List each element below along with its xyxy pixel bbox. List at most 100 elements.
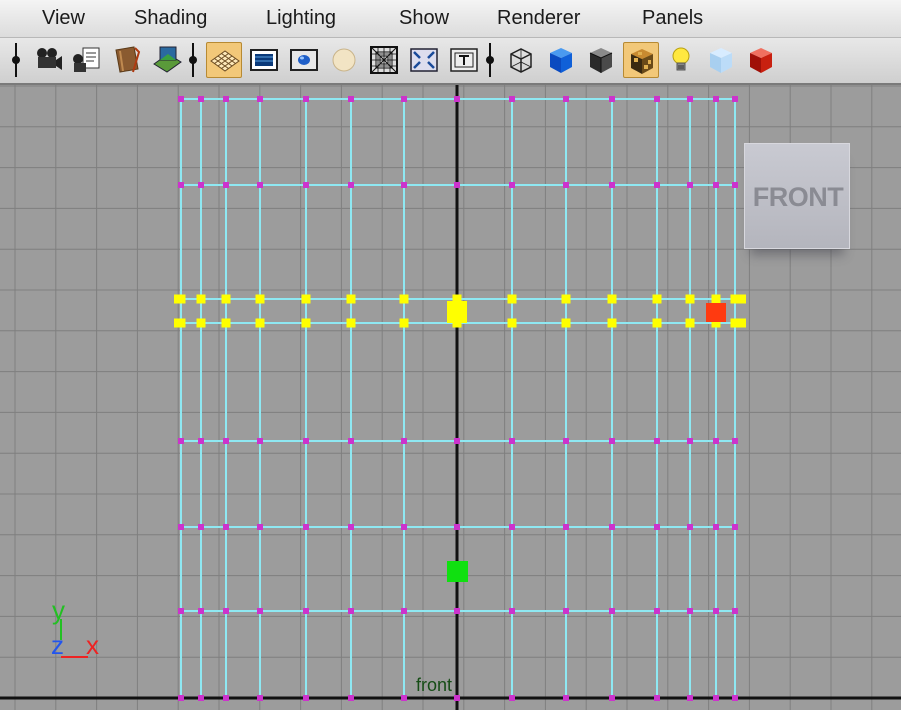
safe-action-button[interactable] <box>406 42 442 78</box>
selected-vertex <box>652 294 662 304</box>
selected-vertex <box>255 318 265 328</box>
mesh-vertex <box>178 96 184 102</box>
menu-view[interactable]: View <box>42 7 85 30</box>
mesh-vertex <box>198 182 204 188</box>
mesh-vertex <box>654 96 660 102</box>
selected-vertex <box>301 294 311 304</box>
mesh-vertex <box>687 608 693 614</box>
mesh-vertex <box>609 608 615 614</box>
mesh-vertex <box>454 96 460 102</box>
selected-vertex <box>711 294 721 304</box>
selected-vertex <box>561 318 571 328</box>
bookmark-button[interactable] <box>109 42 145 78</box>
menu-shading[interactable]: Shading <box>134 7 207 30</box>
selected-vertex <box>221 294 231 304</box>
use-all-lights-button[interactable] <box>663 42 699 78</box>
front-viewport[interactable]: FRONT y z x front <box>0 85 901 710</box>
mesh-vertex <box>348 96 354 102</box>
flat-shade-button[interactable] <box>583 42 619 78</box>
xray-button[interactable] <box>703 42 739 78</box>
xray-icon <box>710 48 732 73</box>
mesh-vertex <box>454 695 460 701</box>
toolbar-separator[interactable] <box>486 43 494 77</box>
mesh-vertex <box>454 438 460 444</box>
image-plane-button[interactable] <box>149 42 185 78</box>
grid-icon <box>210 50 240 72</box>
camera-attributes-button[interactable] <box>69 42 105 78</box>
mesh-vertex <box>178 438 184 444</box>
field-chart-button[interactable] <box>366 42 402 78</box>
mesh-vertex <box>348 608 354 614</box>
axis-x-label: x <box>86 630 99 660</box>
shaded-wireframe-button[interactable] <box>743 42 779 78</box>
toolbar-separator[interactable] <box>12 43 20 77</box>
toolbar-separator[interactable] <box>189 43 197 77</box>
wireframe-button[interactable] <box>503 42 539 78</box>
mesh-vertex <box>563 438 569 444</box>
safe-title-button[interactable] <box>446 42 482 78</box>
mesh-vertex <box>654 608 660 614</box>
selected-vertex <box>607 294 617 304</box>
selected-vertex <box>399 294 409 304</box>
mesh-vertex <box>257 695 263 701</box>
grid-button[interactable] <box>206 42 242 78</box>
mesh-vertex <box>198 96 204 102</box>
mesh-vertex <box>303 695 309 701</box>
selected-vertex-center <box>447 301 467 323</box>
mesh-vertex <box>401 438 407 444</box>
mesh-vertex <box>257 96 263 102</box>
shaded-wireframe-icon <box>750 48 772 73</box>
mesh-vertex <box>563 695 569 701</box>
selected-vertex <box>174 318 183 328</box>
axis-y-label: y <box>52 595 65 625</box>
mesh-vertex <box>563 608 569 614</box>
camera-attributes-icon <box>73 47 100 72</box>
mesh-vertex <box>609 438 615 444</box>
safe-title-icon <box>450 48 478 72</box>
resolution-gate-button[interactable] <box>286 42 322 78</box>
mesh-vertex <box>454 608 460 614</box>
mesh-vertex <box>401 182 407 188</box>
mesh-vertex <box>713 182 719 188</box>
mesh-vertex <box>654 695 660 701</box>
image-plane-icon <box>153 46 182 73</box>
mesh-vertex <box>348 695 354 701</box>
safe-action-icon <box>410 48 438 72</box>
mesh-vertex <box>348 524 354 530</box>
menu-show[interactable]: Show <box>399 7 449 30</box>
mesh-vertex <box>687 438 693 444</box>
mesh-vertex <box>401 524 407 530</box>
menu-panels[interactable]: Panels <box>642 7 703 30</box>
mesh-vertex <box>509 695 515 701</box>
selected-vertex <box>737 294 746 304</box>
lead-selected-vertex <box>706 303 726 322</box>
menu-lighting[interactable]: Lighting <box>266 7 336 30</box>
mesh-vertex <box>732 695 738 701</box>
smooth-shade-button[interactable] <box>543 42 579 78</box>
mesh-vertex <box>563 524 569 530</box>
mesh-vertex <box>563 96 569 102</box>
flat-shade-icon <box>589 48 613 73</box>
selected-vertex <box>196 318 206 328</box>
resolution-gate-icon <box>290 49 318 71</box>
gate-mask-button[interactable] <box>326 42 362 78</box>
mesh-vertex <box>348 438 354 444</box>
mesh-vertex <box>563 182 569 188</box>
mesh-vertex <box>257 438 263 444</box>
axis-z-label: z <box>51 630 64 660</box>
camera-button[interactable] <box>29 42 65 78</box>
mesh-vertex <box>609 96 615 102</box>
selected-vertex <box>346 318 356 328</box>
menu-renderer[interactable]: Renderer <box>497 7 580 30</box>
mesh-vertex <box>223 182 229 188</box>
mesh-vertex <box>713 96 719 102</box>
selected-vertex <box>561 294 571 304</box>
mesh-vertex <box>454 182 460 188</box>
mesh-vertex <box>178 182 184 188</box>
film-gate-button[interactable] <box>246 42 282 78</box>
mesh-vertex <box>687 182 693 188</box>
selected-vertex <box>346 294 356 304</box>
textured-button[interactable] <box>623 42 659 78</box>
selected-vertex <box>174 294 183 304</box>
view-cube-front[interactable]: FRONT <box>744 143 850 249</box>
